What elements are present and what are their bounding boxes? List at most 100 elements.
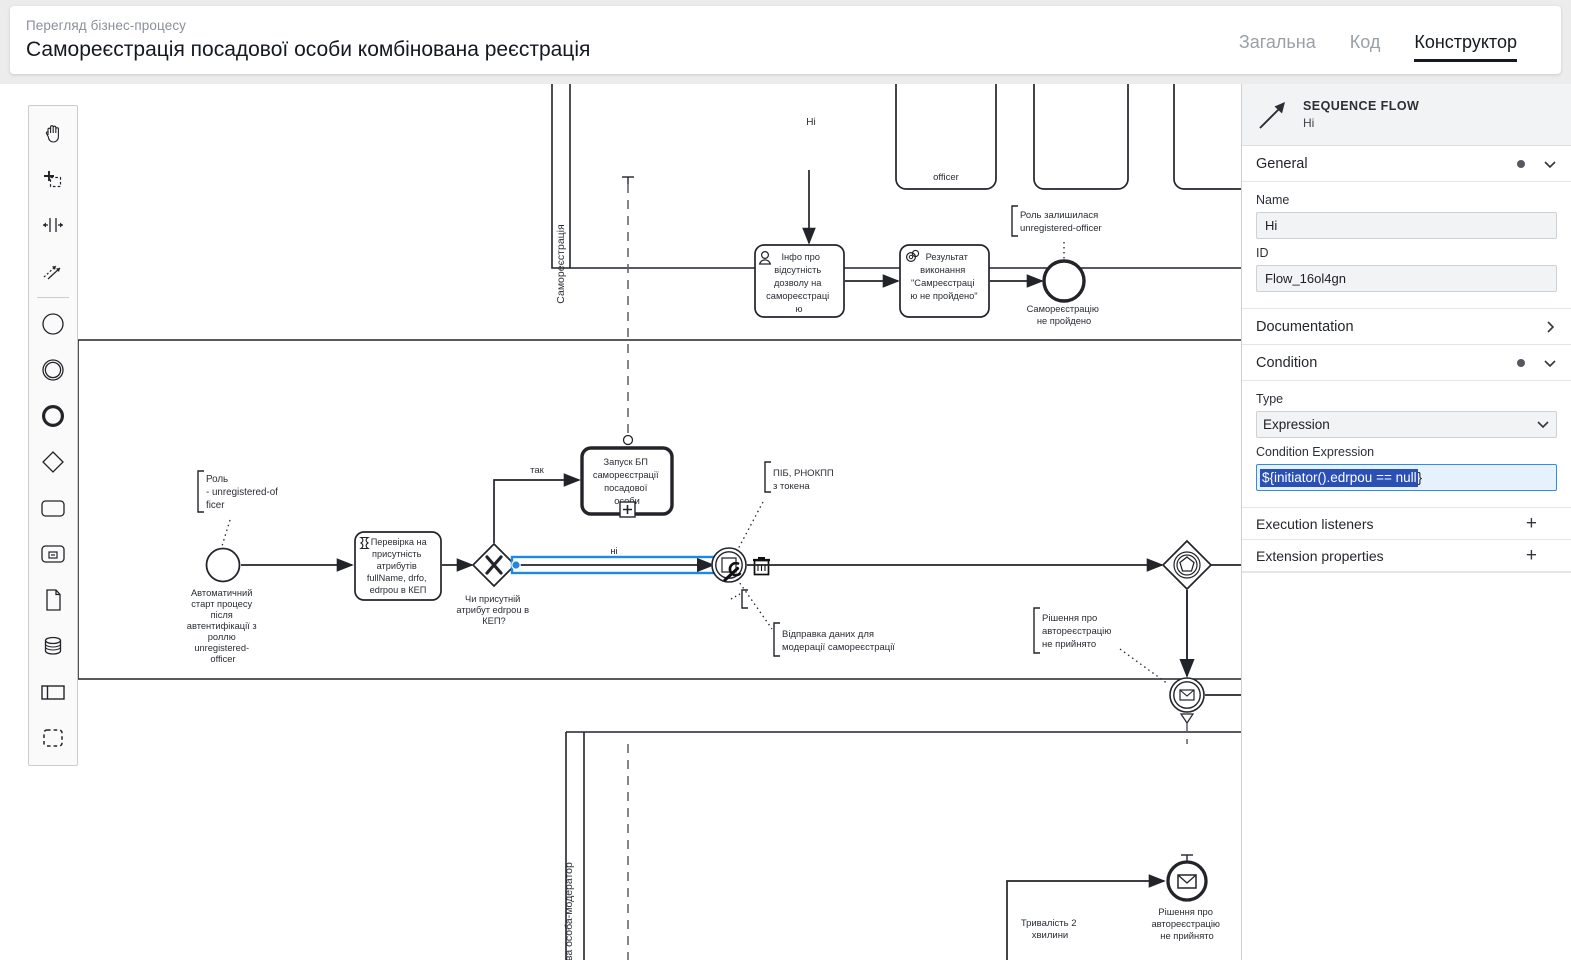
lane-label-self-registration: Самореєстрація: [555, 224, 567, 303]
palette-create-group[interactable]: [29, 715, 77, 761]
message-catch-event-mid[interactable]: [1169, 677, 1205, 713]
task-result-execution[interactable]: Результат виконання "Самреєстраці ю не п…: [899, 244, 990, 318]
name-input[interactable]: [1256, 212, 1557, 239]
tab-kod[interactable]: Код: [1350, 31, 1381, 62]
header-titles: Перегляд бізнес-процесу Самореєстрація п…: [26, 17, 590, 64]
annotation-role-unregistered[interactable]: Роль - unregistered-of ficer: [197, 470, 281, 547]
flow-label-ni-top: Ні: [806, 117, 815, 128]
document-icon: [46, 589, 61, 611]
palette-create-participant[interactable]: [29, 669, 77, 715]
event-based-gateway[interactable]: [1161, 539, 1213, 591]
circle-thick-icon: [42, 405, 64, 427]
condition-expression-input[interactable]: ${initiator().edrpou == null}: [1256, 464, 1557, 491]
bpmn-canvas[interactable]: Самореєстрація ої особи: Посадова особа-…: [0, 84, 1241, 960]
tab-konstruktor[interactable]: Конструктор: [1414, 31, 1517, 62]
hand-icon: [45, 125, 59, 143]
group-condition-body: Type Expression Condition Expression ${i…: [1242, 381, 1571, 501]
palette-create-data-store[interactable]: [29, 623, 77, 669]
palette-create-data-object[interactable]: [29, 577, 77, 623]
palette-hand-tool[interactable]: [29, 110, 77, 156]
trash-icon[interactable]: [753, 557, 770, 576]
annotation-role-unregistered-text: Роль - unregistered-of ficer: [206, 474, 281, 511]
palette-create-task[interactable]: [29, 485, 77, 531]
rounded-rect-icon: [41, 500, 65, 517]
circle-thin-icon: [42, 313, 64, 335]
palette-space-tool[interactable]: [29, 202, 77, 248]
add-extension-property-button[interactable]: +: [1526, 546, 1537, 565]
palette-lasso-tool[interactable]: [29, 156, 77, 202]
palette-separator: [37, 297, 69, 298]
flow-yes-to-call-activity[interactable]: [493, 473, 581, 543]
dashed-group-icon: [43, 729, 63, 747]
flow-label-ni-selected: ні: [610, 546, 617, 557]
palette-create-gateway[interactable]: [29, 439, 77, 485]
end-message-event-bottom[interactable]: [1166, 854, 1208, 902]
properties-header: SEQUENCE FLOW Ні: [1242, 84, 1571, 146]
task-check-attributes[interactable]: Перевірка на присутність атрибутів fullN…: [354, 531, 442, 601]
condition-expression-label: Condition Expression: [1256, 445, 1375, 459]
properties-panel[interactable]: SEQUENCE FLOW Ні General Name ID Documen…: [1241, 84, 1571, 960]
palette-create-end-event[interactable]: [29, 393, 77, 439]
group-condition-header[interactable]: Condition: [1242, 345, 1571, 381]
end-event-top-label: Самореєстрацію не пройдено: [1027, 304, 1102, 326]
call-activity-start-bp[interactable]: Запуск БП самореєстрації посадової особи: [580, 446, 674, 518]
end-message-bottom-label: Рішення про автореєстрацію не прийнято: [1151, 906, 1222, 941]
diamond-icon: [42, 451, 64, 473]
id-input[interactable]: [1256, 265, 1557, 292]
annotation-role-remained[interactable]: Роль залишилася unregistered-officer: [1011, 205, 1102, 261]
group-general-status-dot: [1517, 159, 1525, 168]
chevron-right-icon[interactable]: [1543, 320, 1557, 334]
add-execution-listener-button[interactable]: +: [1526, 514, 1537, 533]
condition-expression-tail: }: [1417, 470, 1423, 485]
start-event-label: Автоматичний старт процесу після автенти…: [187, 588, 259, 664]
annotation-role-remained-text: Роль залишилася unregistered-officer: [1020, 210, 1102, 234]
start-event-auto[interactable]: [205, 547, 241, 583]
tab-zagalna[interactable]: Загальна: [1239, 31, 1316, 62]
sequence-flow-icon: [1259, 101, 1285, 129]
message-flow-marker: [1179, 713, 1195, 725]
chevron-down-icon[interactable]: [1543, 157, 1557, 171]
group-divider-1: [1242, 302, 1571, 309]
annotation-bracket-small: [730, 589, 748, 609]
condition-type-label: Type: [1256, 392, 1284, 406]
gateway-edrpou-present[interactable]: [471, 542, 517, 588]
annotation-pib-text: ПІБ, РНОКПП з токена: [773, 468, 836, 492]
message-flow-vertical[interactable]: [621, 176, 635, 960]
group-execution-listeners[interactable]: Execution listeners +: [1242, 508, 1571, 540]
breadcrumb: Перегляд бізнес-процесу: [26, 17, 187, 33]
space-tool-icon: [43, 218, 63, 232]
condition-type-select[interactable]: Expression: [1256, 411, 1557, 438]
group-condition-status-dot: [1517, 358, 1525, 367]
palette-create-start-event[interactable]: [29, 301, 77, 347]
palette-create-intermediate-event[interactable]: [29, 347, 77, 393]
bpmn-palette[interactable]: [28, 105, 78, 766]
group-documentation-header[interactable]: Documentation: [1242, 309, 1571, 345]
page-title: Самореєстрація посадової особи комбінова…: [26, 37, 591, 61]
annotation-decision-mid-text: Рішення про автореєстрацію не прийнято: [1042, 613, 1114, 650]
bpmn-diagram-svg[interactable]: Самореєстрація ої особи: Посадова особа-…: [0, 84, 1241, 960]
group-extension-properties[interactable]: Extension properties +: [1242, 540, 1571, 572]
group-general-header[interactable]: General: [1242, 146, 1571, 182]
circle-double-icon: [42, 359, 64, 381]
group-divider-2: [1242, 501, 1571, 508]
group-documentation-title: Documentation: [1256, 318, 1354, 335]
palette-global-connect-tool[interactable]: [29, 248, 77, 294]
lasso-icon: [44, 171, 62, 188]
pool-icon: [41, 685, 65, 700]
connect-arrows-icon: [43, 265, 61, 280]
group-divider-3: [1242, 572, 1571, 573]
palette-create-subprocess[interactable]: [29, 531, 77, 577]
database-icon: [44, 636, 62, 655]
extension-properties-title: Extension properties: [1256, 547, 1384, 564]
end-event-registration-failed[interactable]: [1042, 259, 1086, 303]
annotation-decision-not-accepted-mid[interactable]: Рішення про автореєстрацію не прийнято: [1033, 607, 1169, 685]
task-info-no-permission[interactable]: Інфо про відсутність дозволу на самореєс…: [754, 244, 845, 318]
annotation-pib-rnokpp[interactable]: ПІБ, РНОКПП з токена: [736, 461, 836, 552]
name-field-label: Name: [1256, 193, 1290, 207]
annotation-send-moderation[interactable]: Відправка даних для модерації самореєстр…: [736, 578, 895, 657]
annotation-send-moderation-text: Відправка даних для модерації самореєстр…: [782, 629, 895, 653]
chevron-down-icon-2[interactable]: [1543, 356, 1557, 370]
properties-element-type: SEQUENCE FLOW: [1303, 99, 1420, 113]
lane-label-officer-moderator-1: ої особи: Посадова особа-модератор: [563, 862, 575, 960]
selected-sequence-flow-ni[interactable]: [510, 555, 721, 575]
